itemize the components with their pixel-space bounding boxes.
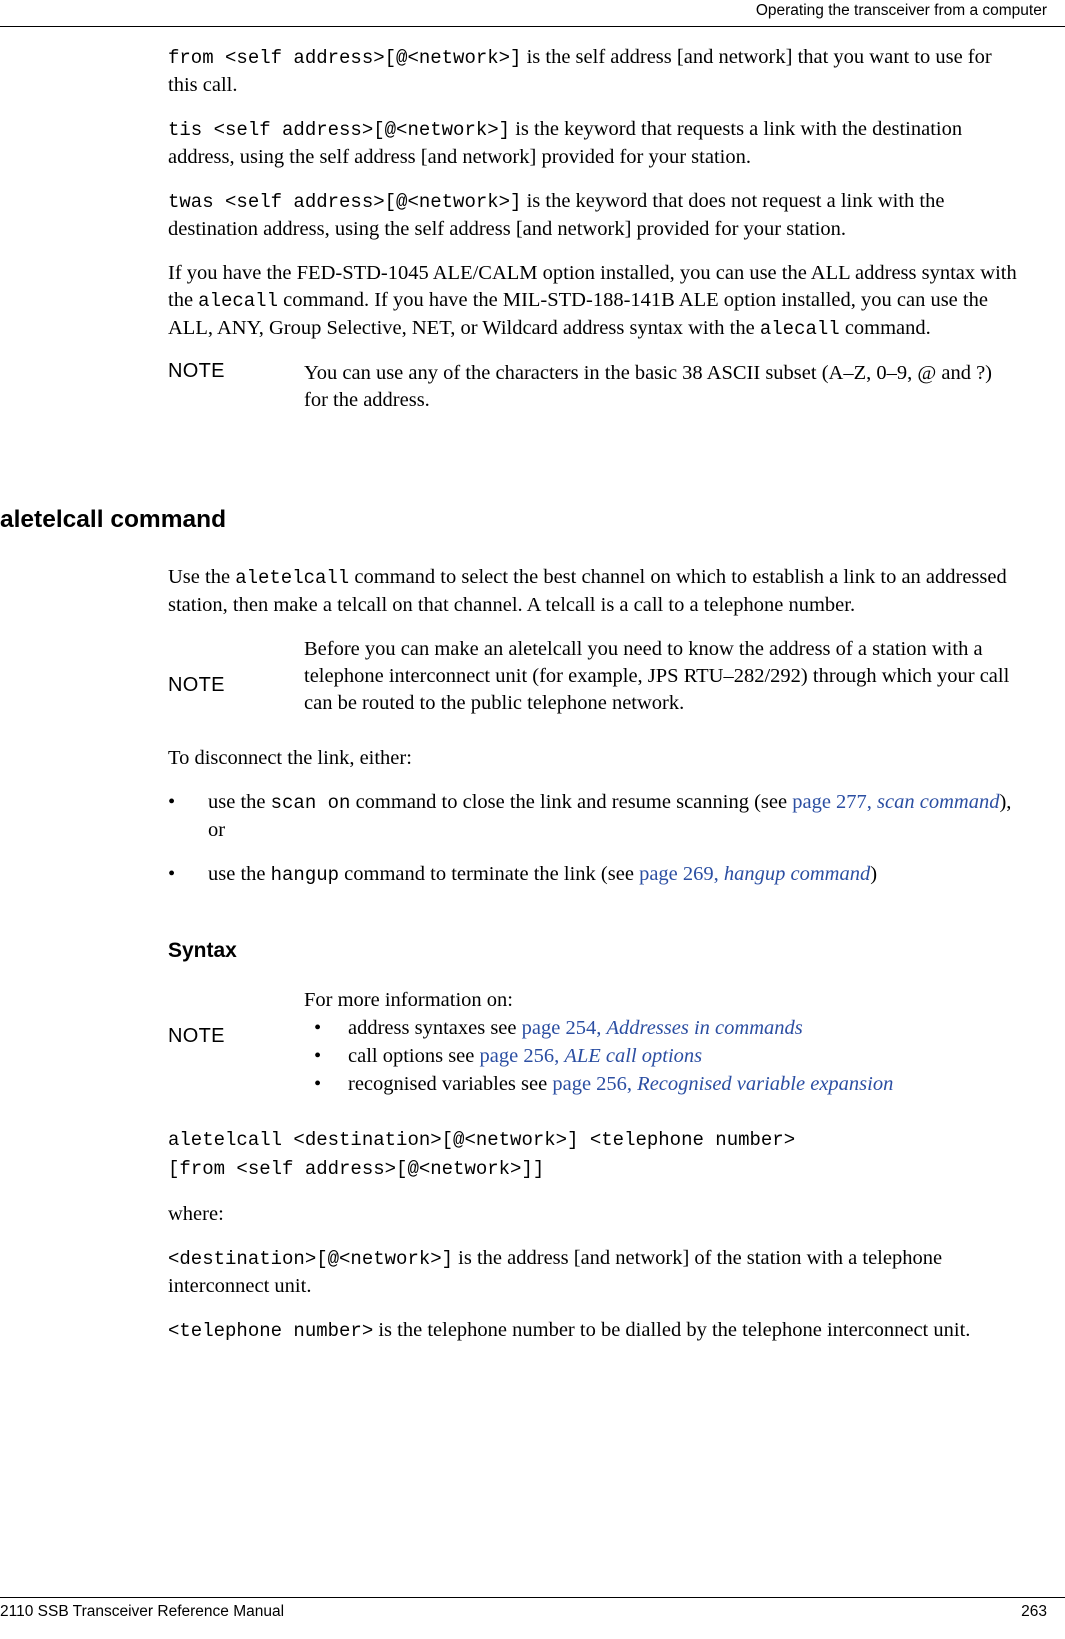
page-link[interactable]: page 254, [522,1017,602,1039]
use-text-1: Use the [168,566,236,588]
section-heading-syntax: Syntax [168,939,237,962]
bullet-dot: • [314,1017,322,1039]
fed-code-1: alecall [198,290,278,312]
note-label: NOTE [168,674,225,696]
page-link-title[interactable]: Recognised variable expansion [637,1073,893,1095]
note-telephone-interconnect: NOTE Before you can make an aletelcall y… [168,636,1018,717]
fed-text-3: command. [839,317,931,339]
syntax-line-1: aletelcall <destination>[@<network>] <te… [168,1129,796,1151]
page-link-title[interactable]: scan command [877,791,999,813]
page-link[interactable]: page 256, [552,1073,632,1095]
syntax-code-block: aletelcall <destination>[@<network>] <te… [168,1126,1018,1184]
paragraph-from: from <self address>[@<network>] is the s… [168,44,1018,99]
note-body: You can use any of the characters in the… [304,362,993,411]
header-divider [0,26,1065,27]
note-ascii-subset: NOTE You can use any of the characters i… [168,360,1018,414]
page-link-title[interactable]: ALE call options [564,1045,702,1067]
note-body: For more information on: • address syntax… [304,987,1018,1098]
paragraph-fed-std: If you have the FED-STD-1045 ALE/CALM op… [168,260,1018,343]
bullet-text-1: use the [208,863,271,885]
bullet-code-1: hangup [270,864,340,886]
document-page: Operating the transceiver from a compute… [0,0,1065,1639]
bullet-dot: • [314,1045,322,1067]
code-tis: tis <self address>[@<network>] [168,119,511,141]
paragraph-use-aletelcall: Use the aletelcall command to select the… [168,564,1018,619]
note-label: NOTE [168,360,225,382]
code-destination: <destination>[@<network>] [168,1248,454,1270]
bullet-dot: • [168,791,176,813]
page-link[interactable]: page 256, [480,1045,560,1067]
bullet-code-1: scan on [270,792,351,814]
paragraph-disconnect: To disconnect the link, either: [168,747,412,769]
paragraph-twas: twas <self address>[@<network>] is the k… [168,188,1018,243]
page-header: Operating the transceiver from a compute… [0,0,1065,30]
footer-manual-title: 2110 SSB Transceiver Reference Manual [0,1603,285,1620]
page-link-title[interactable]: hangup command [724,863,870,885]
list-item: • address syntaxes see page 254, Addresse… [304,1014,1018,1042]
page-link-title[interactable]: Addresses in commands [606,1017,802,1039]
syntax-line-2: [from <self address>[@<network>]] [168,1158,545,1180]
page-link[interactable]: page 277, [792,791,872,813]
list-item: • call options see page 256, ALE call opt… [304,1042,1018,1070]
item-text: call options see [348,1045,480,1067]
note-body: Before you can make an aletelcall you ne… [304,638,1010,714]
note-bullet-list: • address syntaxes see page 254, Addresse… [304,1014,1018,1098]
bullet-text-2: command to terminate the link (see [339,863,640,885]
item-text: address syntaxes see [348,1017,522,1039]
bullet-text-2: command to close the link and resume sca… [350,791,793,813]
code-twas: twas <self address>[@<network>] [168,191,522,213]
bullet-dot: • [314,1073,322,1095]
item-text: recognised variables see [348,1073,553,1095]
list-item: • use the scan on command to close the li… [168,789,1018,844]
bullet-text-3: ) [870,863,878,885]
bullet-dot: • [168,863,176,885]
paragraph-tis: tis <self address>[@<network>] is the ke… [168,116,1018,171]
bullet-text-1: use the [208,791,271,813]
paragraph-telephone-number: <telephone number> is the telephone numb… [168,1317,1018,1345]
fed-code-2: alecall [759,318,840,340]
page-content: from <self address>[@<network>] is the s… [0,44,1038,1362]
footer-divider [0,1597,1065,1598]
where-label: where: [168,1203,224,1225]
paragraph-destination: <destination>[@<network>] is the address… [168,1245,1018,1300]
section-heading-aletelcall: aletelcall command [0,506,227,533]
note-intro: For more information on: [304,989,513,1011]
footer-page-number: 263 [1021,1603,1047,1620]
text-telephone-number: is the telephone number to be dialled by… [373,1319,971,1341]
list-item: • use the hangup command to terminate the… [168,861,1018,889]
list-item: • recognised variables see page 256, Reco… [304,1070,1018,1098]
code-from: from <self address>[@<network>] [168,47,522,69]
header-title: Operating the transceiver from a compute… [755,2,1047,19]
note-more-information: NOTE For more information on: • address s… [168,987,1018,1098]
use-code-1: aletelcall [235,567,350,589]
page-footer: 2110 SSB Transceiver Reference Manual 26… [0,1597,1065,1639]
code-telephone-number: <telephone number> [168,1320,374,1342]
note-label: NOTE [168,1025,225,1047]
page-link[interactable]: page 269, [639,863,719,885]
